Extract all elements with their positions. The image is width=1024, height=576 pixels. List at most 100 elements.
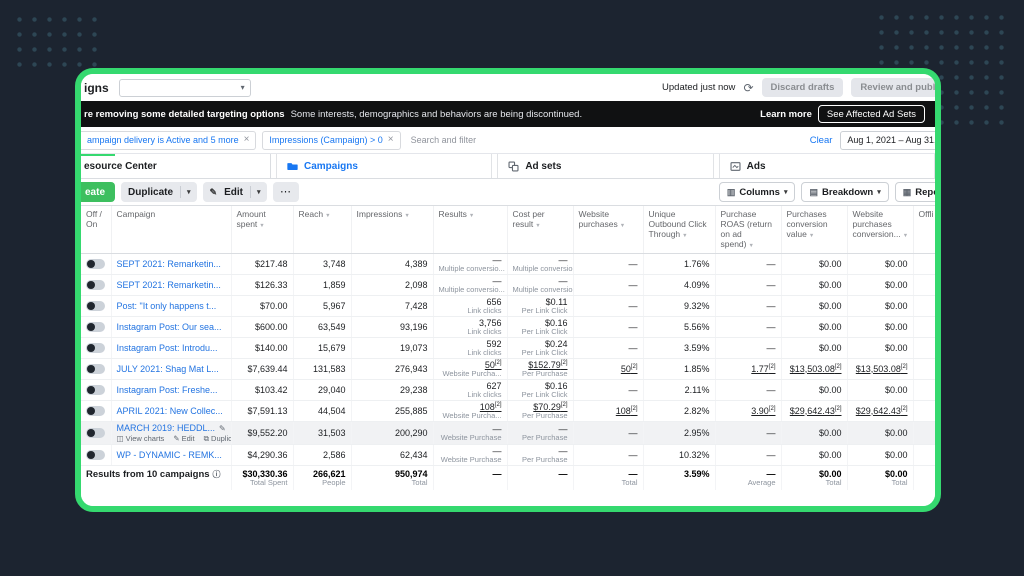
campaign-name-link[interactable]: JULY 2021: Shag Mat L... — [117, 364, 219, 374]
campaign-toggle[interactable] — [86, 364, 105, 374]
column-header-12[interactable]: Offli purch▼ — [913, 206, 935, 253]
chevron-down-icon[interactable]: ▾ — [181, 188, 197, 196]
refresh-icon[interactable]: ⟳ — [743, 82, 753, 94]
metric-value: $0.00 — [853, 385, 908, 395]
campaign-name-link[interactable]: SEPT 2021: Remarketin... — [117, 280, 221, 290]
create-button[interactable]: eate — [75, 182, 115, 202]
column-header-8[interactable]: Unique Outbound Click Through▼ — [643, 206, 715, 253]
tab-ad-sets[interactable]: Ad sets — [497, 154, 713, 178]
campaign-row[interactable]: JULY 2021: Shag Mat L...$7,639.44131,583… — [81, 358, 935, 379]
remove-filter-icon[interactable]: × — [388, 135, 394, 145]
campaign-toggle[interactable] — [86, 280, 105, 290]
campaign-row[interactable]: WP - DYNAMIC - REMK...$4,290.362,58662,4… — [81, 444, 935, 465]
campaign-name-link[interactable]: Instagram Post: Our sea... — [117, 322, 222, 332]
resource-center-panel[interactable]: esource Center — [81, 154, 271, 178]
campaign-row[interactable]: MARCH 2019: HEDDL...✎ ◫ View charts ✎ Edit… — [81, 421, 935, 444]
column-header-7[interactable]: Website purchases▼ — [573, 206, 643, 253]
campaign-name-link[interactable]: APRIL 2021: New Collec... — [117, 406, 223, 416]
row-action-duplicate[interactable]: ⧉ Duplicate — [204, 434, 231, 443]
metric-link[interactable]: 50[2] — [579, 364, 638, 374]
campaign-row[interactable]: Instagram Post: Freshe...$103.4229,04029… — [81, 379, 935, 400]
campaign-name-link[interactable]: Post: "It only happens t... — [117, 301, 217, 311]
campaign-toggle[interactable] — [86, 450, 105, 460]
metric-link[interactable]: 108[2] — [579, 406, 638, 416]
row-action-edit[interactable]: ✎ Edit — [173, 434, 194, 443]
column-header-3[interactable]: Reach▼ — [293, 206, 351, 253]
cell-impressions: 276,943 — [351, 358, 433, 379]
filter-chip-delivery[interactable]: ampaign delivery is Active and 5 more × — [81, 131, 256, 150]
cell-reach: 2,586 — [293, 444, 351, 465]
column-header-4[interactable]: Impressions▼ — [351, 206, 433, 253]
campaign-toggle[interactable] — [86, 343, 105, 353]
metric-link[interactable]: 3.90[2] — [721, 406, 776, 416]
metric-link[interactable]: 1.77[2] — [721, 364, 776, 374]
metric-value: $0.00 — [787, 343, 842, 353]
cell-toggle — [81, 274, 111, 295]
metric-link[interactable]: $29,642.43[2] — [787, 406, 842, 416]
metric-value: $126.33 — [237, 280, 288, 290]
clear-filters-link[interactable]: Clear — [810, 135, 833, 146]
cell-purchase-roas: — — [715, 316, 781, 337]
review-publish-button[interactable]: Review and publi — [851, 78, 941, 97]
cell-website-purchases-conversion-value: $0.00 — [847, 444, 913, 465]
campaign-row[interactable]: SEPT 2021: Remarketin...$126.331,8592,09… — [81, 274, 935, 295]
column-header-6[interactable]: Cost per result▼ — [507, 206, 573, 253]
reports-button[interactable]: ▦ Repo — [895, 182, 941, 202]
campaign-row[interactable]: Instagram Post: Introdu...$140.0015,6791… — [81, 337, 935, 358]
campaign-row[interactable]: Post: "It only happens t...$70.005,9677,… — [81, 295, 935, 316]
edit-name-icon[interactable]: ✎ — [219, 424, 226, 433]
campaign-toggle[interactable] — [86, 322, 105, 332]
campaign-group-dropdown[interactable]: ▾ — [119, 79, 251, 97]
campaign-name-link[interactable]: Instagram Post: Introdu... — [117, 343, 218, 353]
duplicate-button[interactable]: Duplicate ▾ — [121, 182, 197, 202]
metric-sublabel: Per Purchase — [513, 412, 568, 420]
cell-impressions: 200,290 — [351, 421, 433, 444]
campaign-row[interactable]: SEPT 2021: Remarketin...$217.483,7484,38… — [81, 253, 935, 274]
campaign-toggle[interactable] — [86, 428, 105, 438]
more-options-button[interactable]: ⋯ — [273, 182, 299, 202]
metric-link[interactable]: $13,503.08[2] — [787, 364, 842, 374]
row-action-view-charts[interactable]: ◫ View charts — [117, 434, 165, 443]
column-header-2[interactable]: Amount spent▼ — [231, 206, 293, 253]
campaign-toggle[interactable] — [86, 259, 105, 269]
cell-purchase-roas: — — [715, 379, 781, 400]
metric-link[interactable]: $13,503.08[2] — [853, 364, 908, 374]
column-header-5[interactable]: Results▼ — [433, 206, 507, 253]
edit-button[interactable]: ✎ Edit ▾ — [203, 182, 267, 202]
tab-ads[interactable]: Ads — [719, 154, 935, 178]
column-header-1[interactable]: Campaign — [111, 206, 231, 253]
column-header-10[interactable]: Purchases conversion value▼ — [781, 206, 847, 253]
campaign-toggle[interactable] — [86, 385, 105, 395]
tab-campaigns[interactable]: Campaigns — [276, 154, 492, 178]
see-affected-ad-sets-button[interactable]: See Affected Ad Sets — [818, 105, 925, 123]
column-header-11[interactable]: Website purchases conversion...▼ — [847, 206, 913, 253]
remove-filter-icon[interactable]: × — [244, 135, 250, 145]
footer-website-purchases: —Total — [573, 465, 643, 490]
search-filter-input[interactable]: Search and filter — [411, 135, 477, 145]
metric-value: 62,434 — [357, 450, 428, 460]
campaign-name-link[interactable]: SEPT 2021: Remarketin... — [117, 259, 221, 269]
filter-chip-impressions[interactable]: Impressions (Campaign) > 0 × — [262, 131, 400, 150]
info-icon[interactable]: ⓘ — [213, 470, 221, 479]
campaign-row[interactable]: Instagram Post: Our sea...$600.0063,5499… — [81, 316, 935, 337]
campaign-toggle[interactable] — [86, 406, 105, 416]
chevron-down-icon[interactable]: ▾ — [251, 188, 267, 196]
metric-link[interactable]: $29,642.43[2] — [853, 406, 908, 416]
learn-more-link[interactable]: Learn more — [760, 109, 812, 120]
campaign-name-link[interactable]: WP - DYNAMIC - REMK... — [117, 450, 222, 460]
cell-cost-per-result: $0.16Per Link Click — [507, 379, 573, 400]
level-tabs: esource Center Campaigns Ad sets Ads — [81, 154, 935, 179]
breakdown-button[interactable]: ▤ Breakdown ▾ — [801, 182, 888, 202]
column-header-0[interactable]: Off / On — [81, 206, 111, 253]
campaign-toggle[interactable] — [86, 301, 105, 311]
campaign-name-link[interactable]: MARCH 2019: HEDDL... — [117, 423, 216, 433]
campaign-row[interactable]: APRIL 2021: New Collec...$7,591.1344,504… — [81, 400, 935, 421]
discard-drafts-button[interactable]: Discard drafts — [762, 78, 844, 97]
metric-value: — — [721, 259, 776, 269]
campaign-name-link[interactable]: Instagram Post: Freshe... — [117, 385, 218, 395]
cell-reach: 131,583 — [293, 358, 351, 379]
cell-results: —Website Purchase — [433, 444, 507, 465]
column-header-9[interactable]: Purchase ROAS (return on ad spend)▼ — [715, 206, 781, 253]
date-range-picker[interactable]: Aug 1, 2021 – Aug 31, 2 — [840, 131, 941, 150]
columns-button[interactable]: ▥ Columns ▾ — [719, 182, 796, 202]
